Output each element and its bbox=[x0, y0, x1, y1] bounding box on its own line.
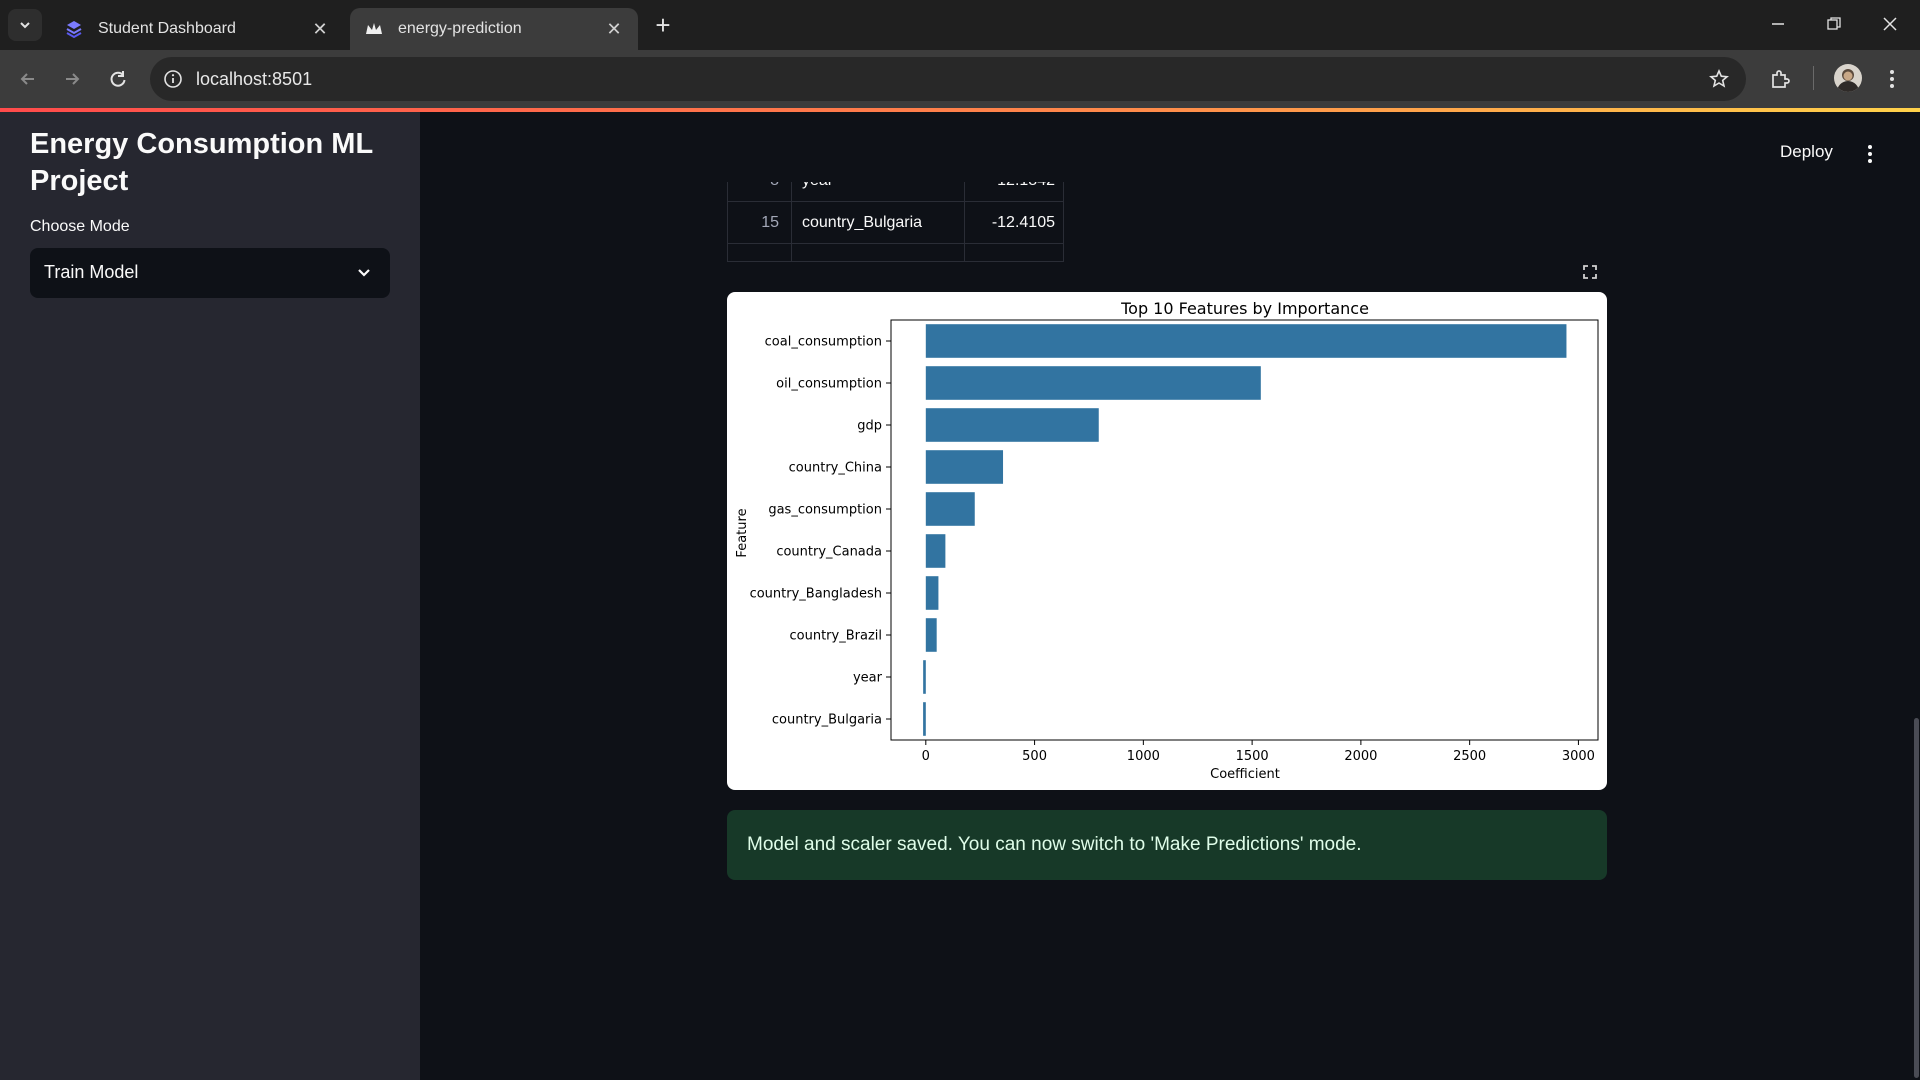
chart-x-tick-label: 1000 bbox=[1127, 749, 1160, 764]
restore-icon[interactable] bbox=[1814, 10, 1854, 38]
feature-importance-chart: Top 10 Features by Importance Coefficien… bbox=[727, 292, 1607, 790]
table-row: 15 country_Bulgaria -12.4105 bbox=[728, 202, 1063, 244]
chart-y-axis-label: Feature bbox=[735, 508, 750, 557]
value-cell: -12.4105 bbox=[991, 214, 1055, 231]
chart-x-tick-label: 2500 bbox=[1453, 749, 1486, 764]
chart-y-tick-label: oil_consumption bbox=[776, 377, 882, 392]
scrollbar-thumb[interactable] bbox=[1914, 718, 1919, 1078]
chart-x-tick-label: 1500 bbox=[1236, 749, 1269, 764]
chart-bar bbox=[923, 660, 926, 694]
mode-select-label: Choose Mode bbox=[30, 218, 130, 235]
chart-title: Top 10 Features by Importance bbox=[1120, 299, 1369, 318]
row-index: 8 bbox=[728, 182, 792, 202]
chart-bar bbox=[925, 618, 937, 652]
extensions-puzzle-icon[interactable] bbox=[1766, 65, 1794, 93]
feature-cell: year bbox=[792, 182, 965, 202]
close-icon[interactable]: ✕ bbox=[310, 19, 330, 39]
close-window-icon[interactable] bbox=[1870, 10, 1910, 38]
coefficients-dataframe[interactable]: 8 year -12.1842 15 country_Bulgaria -12.… bbox=[727, 182, 1064, 262]
chart-x-tick-label: 2000 bbox=[1344, 749, 1377, 764]
chart-bar bbox=[925, 576, 939, 610]
value-cell: -12.1842 bbox=[965, 182, 1063, 202]
chart-y-tick-label: country_Brazil bbox=[790, 629, 883, 644]
deploy-button[interactable]: Deploy bbox=[1780, 142, 1833, 162]
chart-bar bbox=[925, 534, 946, 568]
reload-icon[interactable] bbox=[104, 65, 132, 93]
bookmark-star-icon[interactable] bbox=[1708, 68, 1730, 90]
site-info-icon[interactable] bbox=[162, 68, 184, 90]
chart-y-tick-label: country_Bulgaria bbox=[772, 713, 882, 728]
chart-y-tick-label: gas_consumption bbox=[768, 503, 882, 518]
chart-bar bbox=[923, 702, 926, 736]
tab-title: Student Dashboard bbox=[98, 20, 236, 37]
browser-tab-bar: Student Dashboard ✕ energy-prediction ✕ … bbox=[0, 0, 1920, 50]
tab-student-dashboard[interactable]: Student Dashboard ✕ bbox=[50, 8, 344, 50]
main-menu-icon[interactable] bbox=[1860, 142, 1880, 166]
back-arrow-icon[interactable] bbox=[14, 65, 42, 93]
chart-bar bbox=[925, 324, 1567, 358]
chart-y-tick-label: year bbox=[853, 671, 883, 686]
chart-y-tick-label: country_Bangladesh bbox=[750, 587, 882, 602]
url-text: localhost:8501 bbox=[196, 69, 313, 89]
streamlit-crown-icon bbox=[364, 19, 384, 39]
chart-x-tick-label: 3000 bbox=[1562, 749, 1595, 764]
browser-menu-icon[interactable] bbox=[1878, 65, 1906, 93]
chart-bar bbox=[925, 366, 1261, 400]
toolbar-divider bbox=[1813, 66, 1814, 90]
forward-arrow-icon[interactable] bbox=[58, 65, 86, 93]
feature-cell: country_Bulgaria bbox=[792, 202, 965, 244]
success-alert: Model and scaler saved. You can now swit… bbox=[727, 810, 1607, 880]
chart-y-tick-label: country_China bbox=[789, 461, 882, 476]
minimize-icon[interactable] bbox=[1758, 10, 1798, 38]
browser-toolbar: localhost:8501 bbox=[0, 50, 1920, 108]
chart-bar bbox=[925, 408, 1099, 442]
tab-search-button[interactable] bbox=[8, 9, 42, 41]
chart-svg: Top 10 Features by Importance Coefficien… bbox=[735, 299, 1599, 782]
chart-bar bbox=[925, 450, 1004, 484]
close-icon[interactable]: ✕ bbox=[604, 19, 624, 39]
new-tab-button[interactable]: + bbox=[650, 10, 676, 40]
table-row bbox=[728, 244, 1063, 261]
tab-energy-prediction[interactable]: energy-prediction ✕ bbox=[350, 8, 638, 50]
tab-title: energy-prediction bbox=[398, 20, 522, 37]
mode-select-value: Train Model bbox=[44, 262, 139, 282]
success-message: Model and scaler saved. You can now swit… bbox=[747, 834, 1362, 855]
chart-x-axis-label: Coefficient bbox=[1210, 767, 1280, 782]
chevron-down-icon bbox=[20, 22, 30, 29]
address-bar[interactable]: localhost:8501 bbox=[150, 57, 1746, 101]
chart-x-tick-label: 500 bbox=[1022, 749, 1047, 764]
chart-x-tick-label: 0 bbox=[922, 749, 930, 764]
chart-y-tick-label: gdp bbox=[857, 419, 882, 434]
table-row: 8 year -12.1842 bbox=[728, 182, 1063, 202]
mode-select[interactable]: Train Model bbox=[30, 248, 390, 298]
fullscreen-icon[interactable] bbox=[1580, 262, 1600, 282]
row-index: 15 bbox=[728, 202, 792, 244]
chevron-down-icon bbox=[354, 262, 374, 282]
chart-bar bbox=[925, 492, 975, 526]
sidebar-title: Energy Consumption ML Project bbox=[30, 128, 373, 197]
chart-y-tick-label: coal_consumption bbox=[765, 335, 882, 350]
chart-y-tick-label: country_Canada bbox=[776, 545, 882, 560]
stack-logo-icon bbox=[64, 19, 84, 39]
profile-avatar[interactable] bbox=[1834, 64, 1862, 92]
